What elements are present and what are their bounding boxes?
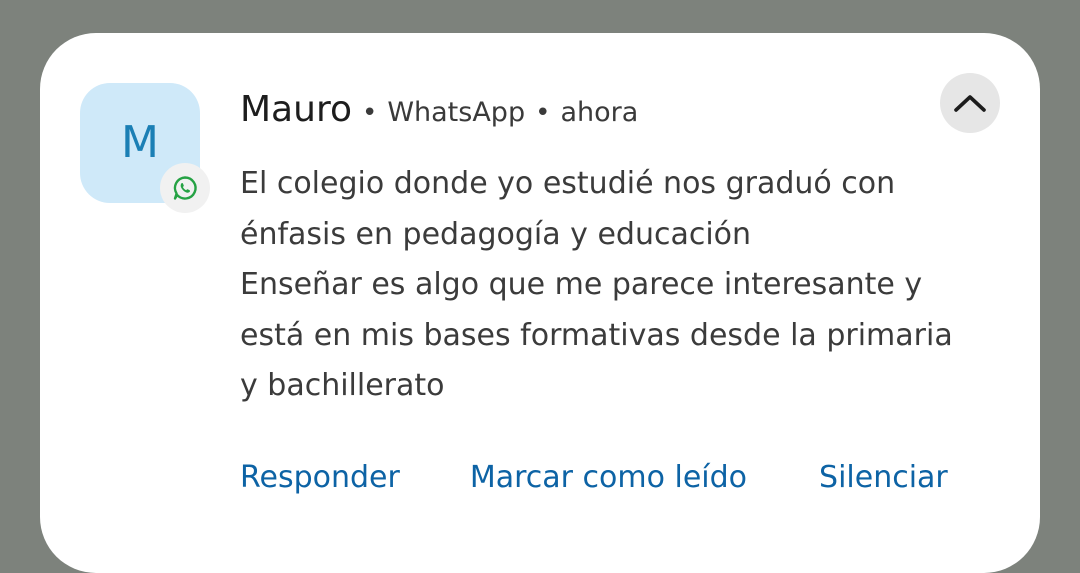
- avatar-letter: M: [121, 117, 159, 168]
- mute-button[interactable]: Silenciar: [819, 460, 948, 495]
- collapse-button[interactable]: [940, 73, 1000, 133]
- timestamp: ahora: [560, 97, 639, 128]
- message-line: énfasis en pedagogía y educación: [240, 216, 752, 252]
- notification-header: Mauro • WhatsApp • ahora: [240, 89, 638, 130]
- message-body: El colegio donde yo estudié nos graduó c…: [240, 159, 1010, 412]
- message-line: está en mis bases formativas desde la pr…: [240, 317, 953, 353]
- notification-card[interactable]: M Mauro • WhatsApp • ahora El colegio do…: [40, 33, 1040, 573]
- message-line: y bachillerato: [240, 368, 445, 403]
- sender-name: Mauro: [240, 89, 352, 130]
- whatsapp-icon: [160, 163, 210, 213]
- app-name: WhatsApp: [387, 97, 526, 128]
- chevron-up-icon: [954, 95, 986, 112]
- message-line: Enseñar es algo que me parece interesant…: [240, 267, 923, 302]
- notification-actions: Responder Marcar como leído Silenciar: [240, 460, 980, 495]
- reply-button[interactable]: Responder: [240, 460, 400, 495]
- message-line: El colegio donde yo estudié nos graduó c…: [240, 166, 896, 201]
- separator-dot: •: [535, 98, 551, 128]
- mark-as-read-button[interactable]: Marcar como leído: [470, 460, 747, 495]
- separator-dot: •: [361, 98, 378, 128]
